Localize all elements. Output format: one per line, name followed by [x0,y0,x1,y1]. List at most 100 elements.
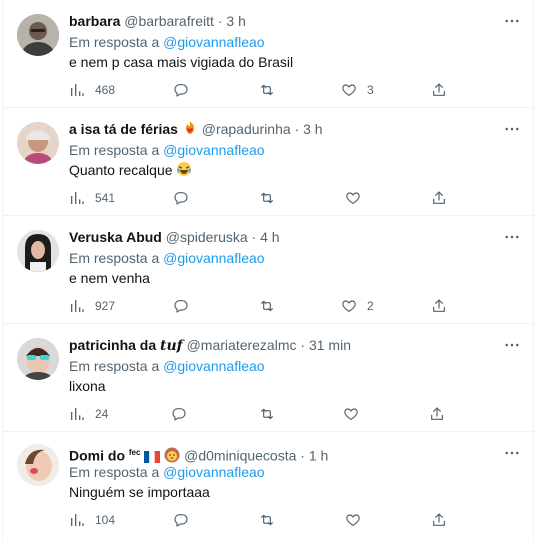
views-count: 468 [95,83,116,97]
like-button[interactable] [345,511,361,529]
views-button[interactable]: 24 [69,405,108,423]
more-options-icon[interactable] [503,444,521,462]
retweet-button[interactable] [259,405,275,423]
reply-mention-link[interactable]: @giovannafleao [163,34,264,50]
views-button[interactable]: 927 [69,297,115,315]
timestamp[interactable]: 31 min [309,337,351,353]
tweet-text: Quanto recalque [69,162,173,178]
reply-context: Em resposta a @giovannafleao [69,463,265,481]
retweet-icon [261,300,273,312]
reply-mention-link[interactable]: @giovannafleao [163,142,264,158]
like-button[interactable] [343,405,359,423]
like-button[interactable]: 3 [341,81,374,99]
user-handle[interactable]: @d0miniquecosta [184,448,296,464]
views-button[interactable]: 468 [69,81,115,99]
share-button[interactable] [429,405,445,423]
share-button[interactable] [431,297,447,315]
share-icon [433,191,445,204]
tweet[interactable]: patricinha da tuf @mariaterezalmc · 31 m… [3,324,535,432]
avatar[interactable] [17,444,59,486]
more-options-icon[interactable] [503,228,521,246]
display-name[interactable]: Veruska Abud [69,229,162,245]
retweet-button[interactable] [259,189,275,207]
views-count: 104 [95,513,116,527]
avatar[interactable] [17,338,59,380]
reply-context: Em resposta a @giovannafleao [69,33,265,51]
timestamp[interactable]: 1 h [309,448,328,464]
display-name[interactable]: a isa tá de férias [69,121,178,137]
share-button[interactable] [431,81,447,99]
tweet[interactable]: Veruska Abud @spideruska · 4 h Em respos… [3,216,535,324]
avatar[interactable] [17,122,59,164]
reply-context: Em resposta a @giovannafleao [69,249,265,267]
views-chart-icon [71,192,84,204]
laughing-crying-emoji-icon [177,162,192,176]
name-superscript: fec [128,448,141,457]
reply-thread: barbara @barbarafreitt · 3 h Em resposta… [2,0,535,540]
more-options-icon[interactable] [503,12,521,30]
reply-button[interactable] [171,405,187,423]
share-icon [433,83,445,96]
share-button[interactable] [431,189,447,207]
heart-icon [344,408,358,421]
avatar[interactable] [17,230,59,272]
views-button[interactable]: 541 [69,189,115,207]
reply-button[interactable] [173,511,189,529]
timestamp[interactable]: 3 h [226,13,245,29]
retweet-button[interactable] [259,511,275,529]
likes-count: 3 [367,83,374,97]
more-options-icon[interactable] [503,120,521,138]
likes-count: 2 [367,299,374,313]
reply-mention-link[interactable]: @giovannafleao [163,464,264,480]
heart-icon [346,514,360,527]
retweet-button[interactable] [259,81,275,99]
reply-button[interactable] [173,297,189,315]
timestamp[interactable]: 3 h [303,121,322,137]
like-button[interactable] [345,189,361,207]
display-name[interactable]: patricinha da [69,337,160,353]
user-handle[interactable]: @mariaterezalmc [187,337,297,353]
user-handle[interactable]: @barbarafreitt [124,13,214,29]
tweet-text: e nem p casa mais vigiada do Brasil [69,54,294,70]
france-flag-emoji-icon [144,450,161,463]
display-name[interactable]: Domi do [69,448,125,464]
retweet-button[interactable] [259,297,275,315]
reply-icon [174,84,188,97]
separator-dot: · [300,447,305,464]
reply-mention-link[interactable]: @giovannafleao [163,358,264,374]
views-count: 541 [95,191,116,205]
separator-dot: · [300,337,306,353]
views-chart-icon [71,84,84,96]
views-count: 927 [95,299,116,313]
reply-icon [172,408,186,421]
retweet-icon [261,408,273,420]
user-handle[interactable]: @rapadurinha [202,121,291,137]
reply-button[interactable] [173,81,189,99]
more-options-icon[interactable] [503,336,521,354]
reply-icon [174,300,188,313]
reply-icon [174,192,188,205]
views-chart-icon [71,408,84,420]
share-button[interactable] [431,511,447,529]
tweet-text: e nem venha [69,270,150,286]
name-stylized-suffix: tuf [160,338,183,354]
timestamp[interactable]: 4 h [260,229,279,245]
like-button[interactable]: 2 [341,297,374,315]
reply-context: Em resposta a @giovannafleao [69,141,265,159]
separator-dot: · [294,121,300,137]
display-name[interactable]: barbara [69,13,120,29]
views-button[interactable]: 104 [69,511,115,529]
tweet-text: lixona [69,378,106,394]
tweet[interactable]: Domi do fec @d0miniquecosta · 1 h Em res… [3,432,535,540]
avatar[interactable] [17,14,59,56]
tweet-text: Ninguém se importaaa [69,484,210,500]
views-count: 24 [95,407,109,421]
views-chart-icon [71,514,84,526]
retweet-icon [261,84,273,96]
tweet[interactable]: barbara @barbarafreitt · 3 h Em resposta… [3,0,535,108]
separator-dot: · [217,13,223,29]
tweet[interactable]: a isa tá de férias @rapadurinha · 3 h Em… [3,108,535,216]
reply-mention-link[interactable]: @giovannafleao [163,250,264,266]
user-handle[interactable]: @spideruska [166,229,248,245]
reply-button[interactable] [173,189,189,207]
